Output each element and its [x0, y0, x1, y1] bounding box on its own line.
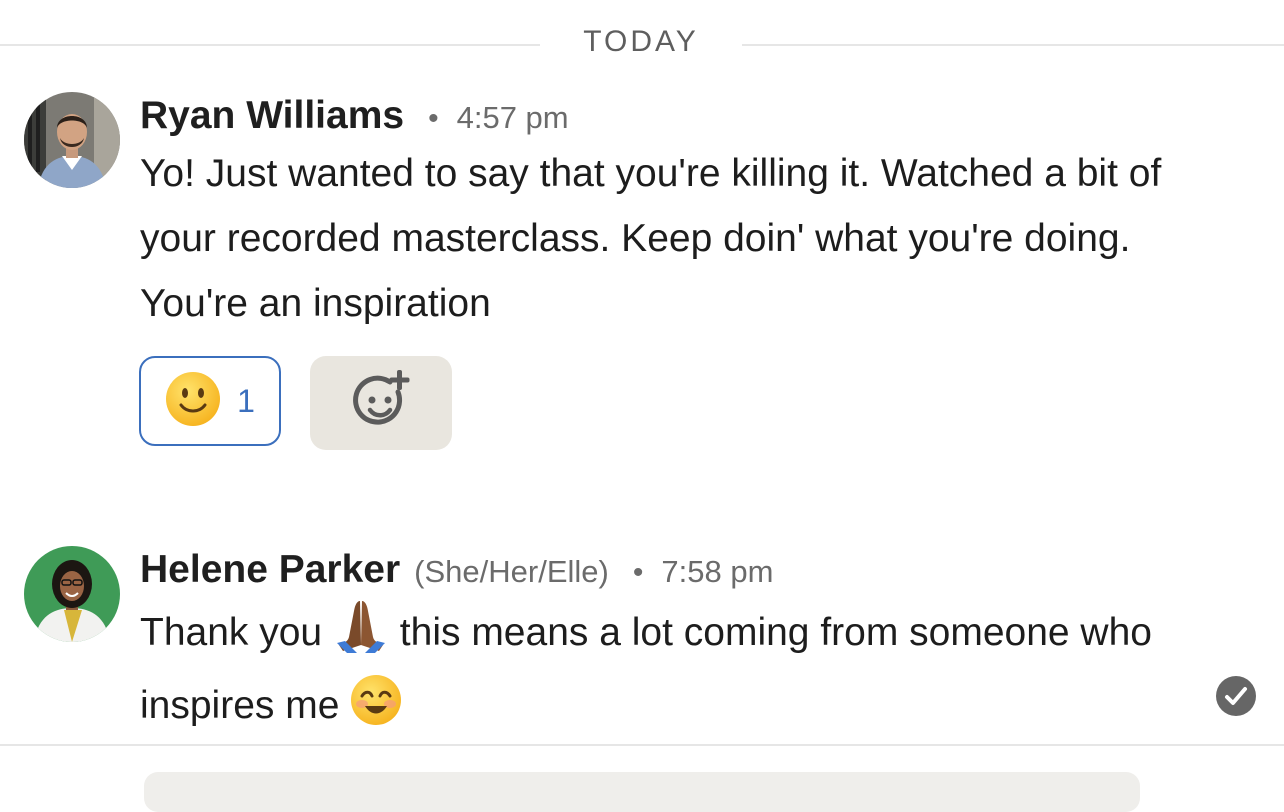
separator-dot: • — [632, 556, 644, 589]
divider-line-left — [0, 44, 540, 46]
author-name[interactable]: Ryan Williams — [140, 94, 404, 138]
avatar-ryan-williams[interactable] — [24, 92, 120, 188]
author-pronouns: (She/Her/Elle) — [414, 554, 609, 589]
message-timestamp: 4:57 pm — [456, 100, 569, 135]
message-text-part: Thank you — [140, 611, 323, 654]
reaction-button[interactable]: 1 — [139, 356, 281, 446]
bottom-divider — [0, 744, 1284, 746]
avatar-helene-parker[interactable] — [24, 546, 120, 642]
message-timestamp: 7:58 pm — [661, 554, 774, 589]
author-name[interactable]: Helene Parker — [140, 548, 400, 592]
message-header: Helene Parker (She/Her/Elle) • 7:58 pm — [140, 548, 773, 592]
reaction-count: 1 — [237, 382, 255, 419]
message-text: Thank you this means a lot coming from s… — [140, 597, 1220, 746]
smiling-face-with-smiling-eyes-emoji-icon — [350, 674, 402, 746]
date-divider-label: TODAY — [583, 25, 699, 58]
message-text: Yo! Just wanted to say that you're killi… — [140, 152, 1162, 325]
add-reaction-button[interactable] — [310, 356, 452, 450]
slightly-smiling-face-emoji-icon — [165, 371, 221, 432]
add-emoji-icon — [348, 368, 414, 439]
message-composer[interactable] — [144, 772, 1140, 812]
seen-check-icon — [1215, 675, 1257, 722]
message-header: Ryan Williams • 4:57 pm — [140, 94, 569, 138]
folded-hands-emoji-icon — [333, 597, 389, 673]
divider-line-right — [742, 44, 1284, 46]
separator-dot: • — [428, 102, 439, 135]
